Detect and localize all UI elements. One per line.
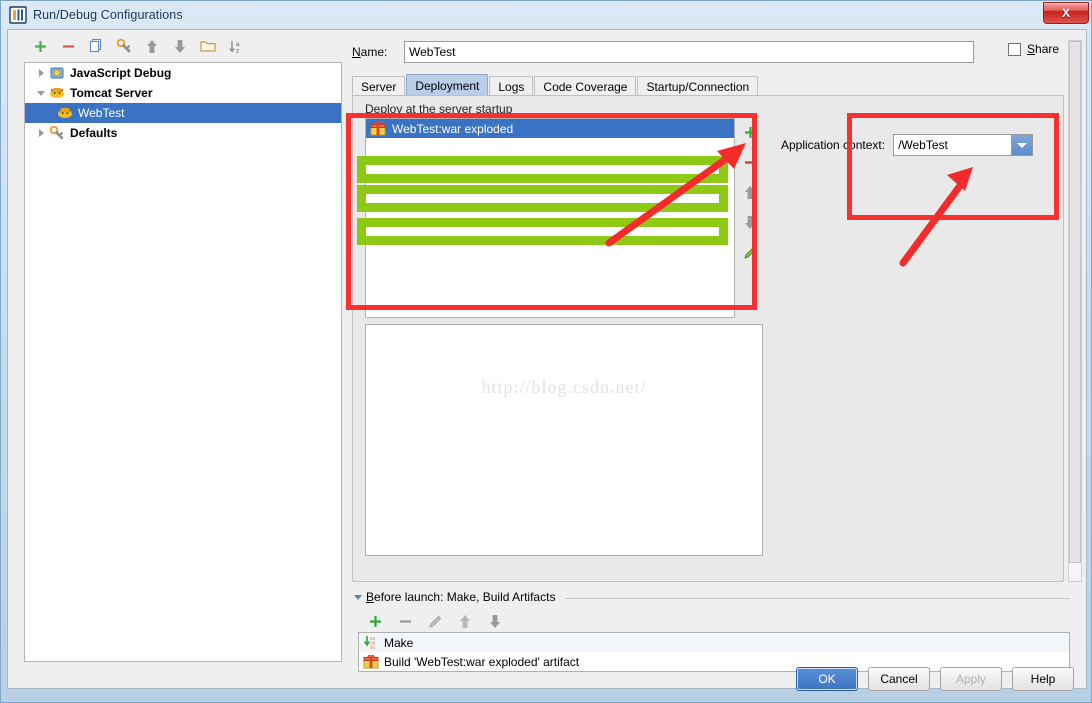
- javascript-debug-icon: [49, 65, 67, 81]
- before-launch-toolbar: [362, 610, 562, 632]
- configurations-tree[interactable]: JavaScript Debug Tomcat Server WebTest D…: [24, 62, 342, 662]
- share-checkbox[interactable]: [1008, 42, 1021, 56]
- button-label: OK: [818, 672, 836, 686]
- tree-item-label: JavaScript Debug: [70, 66, 172, 80]
- tab-label: Code Coverage: [543, 79, 628, 94]
- dialog-client-area: a z JavaScript Debug Tomcat Server WebTe…: [7, 29, 1088, 691]
- remove-configuration-button[interactable]: [54, 34, 82, 58]
- editor-vertical-scrollbar[interactable]: [1068, 40, 1082, 582]
- move-artifact-down-button[interactable]: [739, 212, 761, 232]
- deployment-artifacts-list[interactable]: WebTest:war exploded: [365, 118, 735, 318]
- wrench-icon[interactable]: [110, 34, 138, 58]
- tab-label: Server: [361, 79, 397, 94]
- application-context-label: Application context:: [781, 138, 886, 152]
- button-label: Help: [1030, 672, 1056, 686]
- run-debug-configurations-window: Run/Debug Configurations X a z JavaScrip…: [0, 0, 1092, 703]
- remove-artifact-button[interactable]: [739, 152, 761, 172]
- intellij-idea-icon: [9, 6, 27, 24]
- chevron-down-icon[interactable]: [354, 594, 362, 600]
- button-label: Apply: [955, 672, 987, 686]
- name-row: Name:: [352, 40, 1082, 64]
- deployment-details-area: http://blog.csdn.net/: [365, 324, 763, 556]
- help-button[interactable]: Help: [1012, 667, 1074, 691]
- tab-startup-connection[interactable]: Startup/Connection: [637, 76, 759, 96]
- copy-icon[interactable]: [82, 34, 110, 58]
- tab-code-coverage[interactable]: Code Coverage: [534, 76, 637, 96]
- tree-item-webtest[interactable]: WebTest: [25, 103, 341, 123]
- application-context-row: Application context: /WebTest: [781, 134, 1034, 156]
- tree-item-label: Tomcat Server: [70, 86, 153, 100]
- window-titlebar: Run/Debug Configurations X: [1, 1, 1092, 29]
- chevron-down-icon[interactable]: [33, 85, 49, 101]
- tab-server[interactable]: Server: [352, 76, 406, 96]
- artifact-icon: [370, 121, 388, 137]
- deploy-section-label: Deploy at the server startup: [365, 102, 513, 116]
- tomcat-icon: [49, 85, 67, 101]
- sort-az-icon[interactable]: a z: [222, 34, 250, 58]
- task-label: Make: [384, 635, 414, 650]
- ok-button[interactable]: OK: [796, 667, 858, 691]
- artifact-row[interactable]: WebTest:war exploded: [366, 119, 734, 138]
- name-label: Name:: [352, 45, 388, 59]
- tomcat-icon: [57, 105, 75, 121]
- svg-text:z: z: [236, 48, 239, 54]
- wrench-icon: [49, 125, 67, 141]
- before-launch-header: Before launch: Make, Build Artifacts: [354, 590, 1070, 604]
- chevron-right-icon[interactable]: [33, 65, 49, 81]
- tab-label: Deployment: [415, 78, 480, 93]
- add-artifact-button[interactable]: [739, 122, 761, 142]
- tab-label: Logs: [498, 79, 525, 94]
- svg-text:01: 01: [370, 645, 376, 649]
- tree-item-defaults[interactable]: Defaults: [25, 123, 341, 143]
- share-label: Share: [1027, 42, 1060, 56]
- configuration-editor-panel: Name: Share Server Deployment Logs Code …: [348, 32, 1084, 672]
- before-launch-title: Before launch: Make, Build Artifacts: [366, 590, 556, 604]
- edit-task-button[interactable]: [422, 611, 448, 631]
- edit-artifact-button[interactable]: [739, 242, 761, 262]
- configurations-toolbar: a z: [12, 32, 342, 60]
- add-configuration-button[interactable]: [26, 34, 54, 58]
- tab-logs[interactable]: Logs: [489, 76, 534, 96]
- tab-label: Startup/Connection: [646, 79, 750, 94]
- close-button[interactable]: X: [1043, 2, 1089, 24]
- editor-tabs[interactable]: Server Deployment Logs Code Coverage Sta…: [352, 74, 1072, 96]
- share-checkbox-group[interactable]: Share: [1008, 42, 1059, 56]
- chevron-right-icon[interactable]: [33, 125, 49, 141]
- tree-item-tomcat-server[interactable]: Tomcat Server: [25, 83, 341, 103]
- close-icon: X: [1061, 6, 1070, 20]
- move-task-up-button[interactable]: [452, 611, 478, 631]
- svg-text:a: a: [236, 42, 240, 48]
- make-icon: 01 10 01: [363, 635, 381, 651]
- tree-item-javascript-debug[interactable]: JavaScript Debug: [25, 63, 341, 83]
- tree-item-label: WebTest: [78, 106, 125, 120]
- divider: [565, 597, 1070, 599]
- add-task-button[interactable]: [362, 611, 388, 631]
- cancel-button[interactable]: Cancel: [868, 667, 930, 691]
- move-artifact-up-button[interactable]: [739, 182, 761, 202]
- deployment-tab-content: Deploy at the server startup WebTest:war…: [352, 95, 1064, 582]
- arrow-up-icon[interactable]: [138, 34, 166, 58]
- chevron-down-icon[interactable]: [1011, 135, 1033, 155]
- task-row[interactable]: 01 10 01 Make: [359, 633, 1069, 652]
- remove-task-button[interactable]: [392, 611, 418, 631]
- arrow-down-icon[interactable]: [166, 34, 194, 58]
- name-input[interactable]: [404, 41, 974, 63]
- tab-deployment[interactable]: Deployment: [406, 74, 489, 96]
- window-title: Run/Debug Configurations: [33, 8, 183, 22]
- task-label: Build 'WebTest:war exploded' artifact: [384, 654, 580, 669]
- tree-item-label: Defaults: [70, 126, 118, 140]
- scrollbar-thumb[interactable]: [1069, 41, 1081, 563]
- before-launch-task-list[interactable]: 01 10 01 Make Build 'WebTest:war explode…: [358, 632, 1070, 672]
- configurations-panel: a z JavaScript Debug Tomcat Server WebTe…: [12, 32, 342, 666]
- watermark-text: http://blog.csdn.net/: [481, 377, 647, 397]
- move-task-down-button[interactable]: [482, 611, 508, 631]
- apply-button: Apply: [940, 667, 1002, 691]
- folder-icon[interactable]: [194, 34, 222, 58]
- dialog-button-row: OK Cancel Apply Help: [8, 667, 1088, 691]
- application-context-value: /WebTest: [898, 138, 948, 152]
- artifact-label: WebTest:war exploded: [392, 121, 514, 136]
- button-label: Cancel: [880, 672, 918, 686]
- application-context-combobox[interactable]: /WebTest: [893, 134, 1034, 156]
- deployment-side-toolbar: [736, 118, 764, 318]
